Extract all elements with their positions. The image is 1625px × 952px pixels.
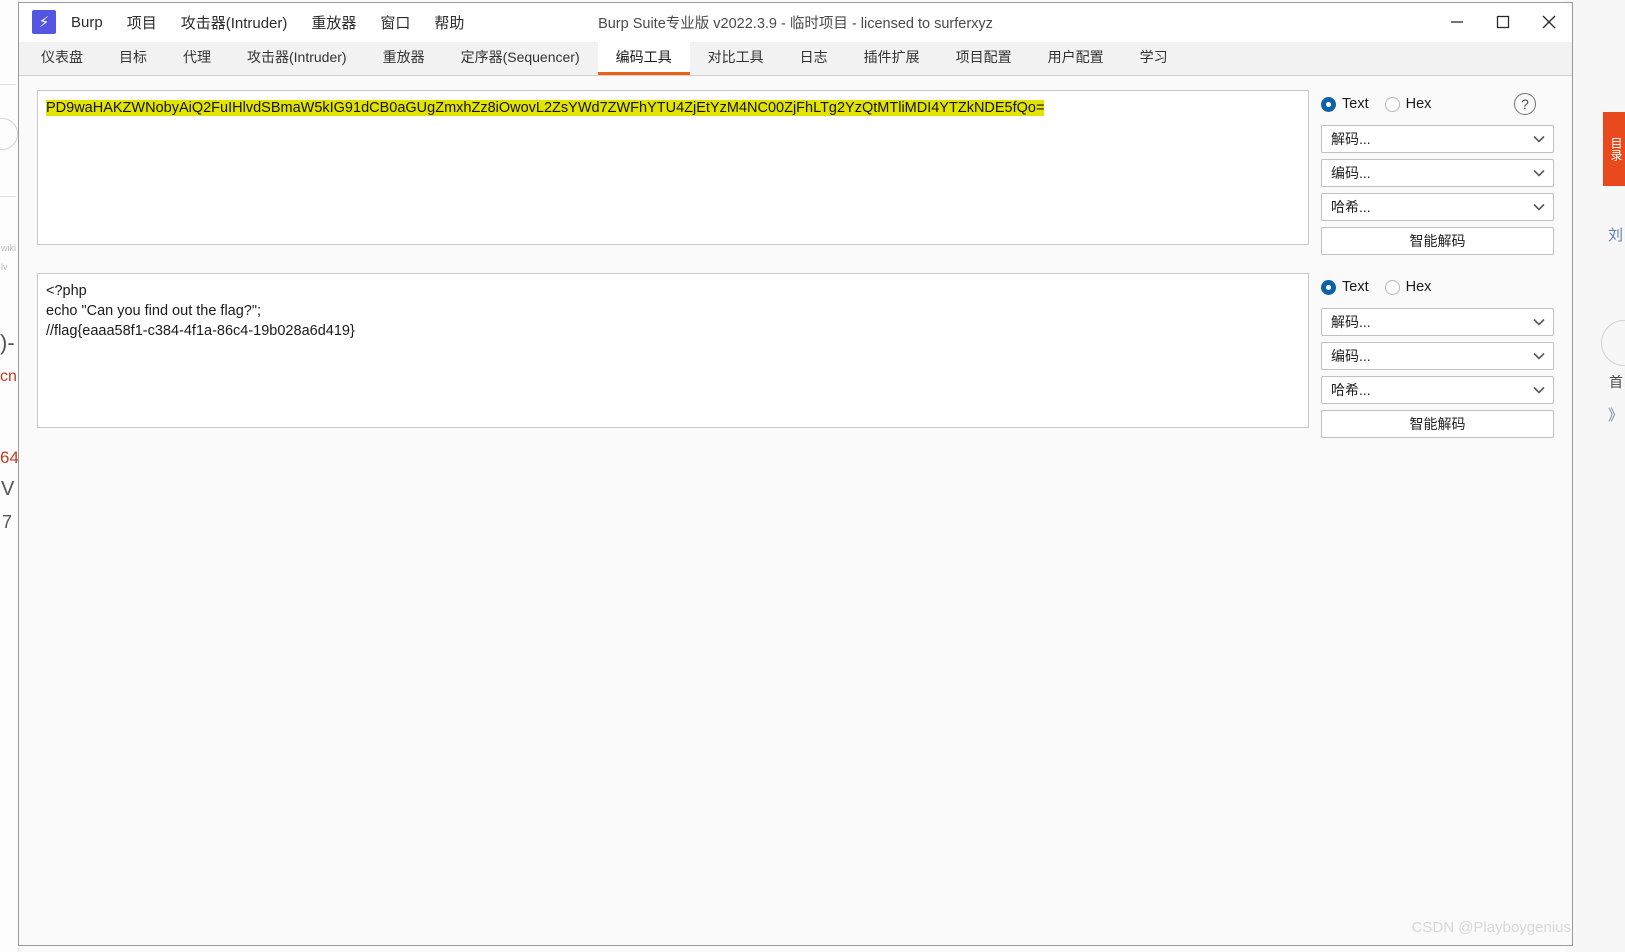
tab-user-options[interactable]: 用户配置 — [1030, 42, 1122, 75]
decoder-output-radio-text[interactable]: Text — [1321, 279, 1369, 295]
screen-root: wiki lv )- cn 64 V 7 目录 刘 首 》 ⚡ Burp 项目 … — [0, 0, 1625, 952]
decoder-input-radio-hex[interactable]: Hex — [1384, 96, 1432, 112]
decoder-output-decode-label: 解码... — [1331, 314, 1371, 330]
maximize-icon — [1496, 15, 1510, 29]
decoder-panel: PD9waHAKZWNobyAiQ2FuIHlvdSBmaW5kIG91dCB0… — [19, 76, 1572, 945]
decoder-input-hash-select[interactable]: 哈希... — [1321, 193, 1554, 221]
minimize-button[interactable] — [1434, 3, 1480, 41]
background-scrap: 》 — [1607, 407, 1623, 424]
menu-item-project[interactable]: 项目 — [118, 8, 166, 37]
minimize-icon — [1451, 21, 1463, 23]
tab-extender[interactable]: 插件扩展 — [846, 42, 938, 75]
decoder-input-encode-label: 编码... — [1331, 165, 1371, 181]
decoder-output-radio-text-label: Text — [1342, 279, 1369, 295]
menu-item-help[interactable]: 帮助 — [425, 8, 473, 37]
background-divider — [0, 196, 16, 197]
burp-logo-icon: ⚡ — [32, 10, 56, 34]
decoder-input-radio-hex-label: Hex — [1405, 96, 1432, 112]
tab-comparer[interactable]: 对比工具 — [690, 42, 782, 75]
decoder-input-controls: Text Hex ? 解码... 编码... 哈希... 智能解码 — [1309, 90, 1562, 255]
decoder-output-encode-select[interactable]: 编码... — [1321, 342, 1554, 370]
background-scrap: 首 — [1609, 374, 1623, 390]
help-icon[interactable]: ? — [1514, 93, 1536, 115]
menu-item-intruder[interactable]: 攻击器(Intruder) — [172, 8, 297, 37]
decoder-input-textarea[interactable]: PD9waHAKZWNobyAiQ2FuIHlvdSBmaW5kIG91dCB0… — [37, 90, 1309, 245]
decoder-input-smart-decode-button[interactable]: 智能解码 — [1321, 227, 1554, 255]
tab-logger[interactable]: 日志 — [782, 42, 846, 75]
decoder-input-viewmode-group: Text Hex ? — [1321, 90, 1562, 118]
radio-dot-icon — [1384, 279, 1400, 295]
menu-item-repeater[interactable]: 重放器 — [302, 8, 365, 37]
tab-sequencer[interactable]: 定序器(Sequencer) — [443, 42, 598, 75]
decoder-output-radio-hex-label: Hex — [1405, 279, 1432, 295]
menu-item-window[interactable]: 窗口 — [371, 8, 419, 37]
chevron-down-icon — [1533, 318, 1545, 326]
chevron-down-icon — [1533, 203, 1545, 211]
decoder-output-hash-select[interactable]: 哈希... — [1321, 376, 1554, 404]
decoder-output-decode-select[interactable]: 解码... — [1321, 308, 1554, 336]
radio-dot-icon — [1321, 279, 1336, 295]
chevron-down-icon — [1533, 386, 1545, 394]
tab-dashboard[interactable]: 仪表盘 — [23, 42, 101, 75]
decoder-output-viewmode-group: Text Hex — [1321, 273, 1562, 301]
chevron-down-icon — [1533, 135, 1545, 143]
decoder-output-radio-hex[interactable]: Hex — [1384, 279, 1432, 295]
background-scrap: V — [1, 478, 15, 500]
tab-project-options[interactable]: 项目配置 — [938, 42, 1030, 75]
tab-repeater[interactable]: 重放器 — [365, 42, 443, 75]
tab-proxy[interactable]: 代理 — [165, 42, 229, 75]
background-scrap: wiki — [1, 243, 16, 253]
background-scrap: 刘 — [1607, 227, 1623, 244]
radio-dot-icon — [1321, 96, 1336, 112]
decoder-output-encode-label: 编码... — [1331, 348, 1371, 364]
decoder-input-radio-text-label: Text — [1342, 96, 1369, 112]
background-divider — [0, 84, 16, 85]
background-scrap: 64 — [0, 448, 19, 467]
tab-intruder[interactable]: 攻击器(Intruder) — [229, 42, 365, 75]
maximize-button[interactable] — [1480, 3, 1526, 41]
decoder-input-text: PD9waHAKZWNobyAiQ2FuIHlvdSBmaW5kIG91dCB0… — [46, 100, 1045, 116]
background-scrap: )- — [0, 330, 15, 355]
decoder-output-smart-decode-button[interactable]: 智能解码 — [1321, 410, 1554, 438]
decoder-output-controls: Text Hex 解码... 编码... 哈希... 智能解码 — [1309, 273, 1562, 438]
close-icon — [1542, 15, 1556, 29]
background-page-right: 目录 刘 首 》 — [1565, 0, 1625, 952]
close-button[interactable] — [1526, 3, 1572, 41]
title-bar: ⚡ Burp 项目 攻击器(Intruder) 重放器 窗口 帮助 Burp S… — [19, 3, 1572, 42]
background-orange-tab: 目录 — [1603, 112, 1625, 186]
background-scrap: lv — [1, 262, 8, 272]
decoder-output-hash-label: 哈希... — [1331, 382, 1371, 398]
background-circle — [1601, 320, 1625, 366]
decoder-input-decode-label: 解码... — [1331, 131, 1371, 147]
window-controls — [1434, 3, 1572, 41]
burp-suite-window: ⚡ Burp 项目 攻击器(Intruder) 重放器 窗口 帮助 Burp S… — [18, 2, 1573, 946]
decoder-output-textarea[interactable]: <?php echo "Can you find out the flag?";… — [37, 273, 1309, 428]
decoder-output-row: <?php echo "Can you find out the flag?";… — [37, 273, 1562, 438]
decoder-input-hash-label: 哈希... — [1331, 199, 1371, 215]
background-scrap: 7 — [2, 512, 13, 532]
menu-item-burp[interactable]: Burp — [62, 10, 112, 35]
tab-decoder[interactable]: 编码工具 — [597, 42, 690, 75]
background-scrap: cn — [0, 368, 17, 385]
decoder-input-row: PD9waHAKZWNobyAiQ2FuIHlvdSBmaW5kIG91dCB0… — [37, 90, 1562, 255]
chevron-down-icon — [1533, 169, 1545, 177]
decoder-input-encode-select[interactable]: 编码... — [1321, 159, 1554, 187]
tab-learn[interactable]: 学习 — [1122, 42, 1186, 75]
decoder-input-decode-select[interactable]: 解码... — [1321, 125, 1554, 153]
radio-dot-icon — [1384, 96, 1400, 112]
tab-target[interactable]: 目标 — [101, 42, 165, 75]
chevron-down-icon — [1533, 352, 1545, 360]
decoder-input-radio-text[interactable]: Text — [1321, 96, 1369, 112]
main-tab-bar: 仪表盘 目标 代理 攻击器(Intruder) 重放器 定序器(Sequence… — [19, 42, 1572, 76]
